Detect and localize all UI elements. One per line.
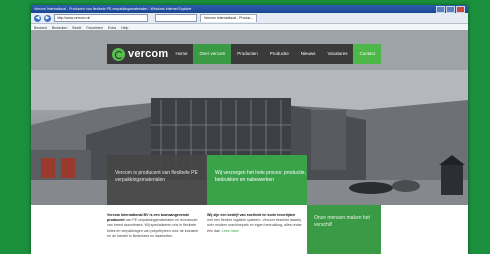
nav-home[interactable]: Home (169, 44, 193, 64)
people-cta-box[interactable]: Onze mensen maken het verschil! (307, 205, 381, 254)
nav-vacatures[interactable]: Vacatures (322, 44, 354, 64)
browser-tab[interactable]: Vercom International - Produc... (200, 14, 258, 22)
nav-nieuws[interactable]: Nieuws (295, 44, 322, 64)
speed-column: Wij zijn een bedrijf van snelheid en kor… (207, 213, 302, 234)
nav-over-vercom[interactable]: Over vercom (193, 44, 232, 64)
menu-tools[interactable]: Extra (108, 26, 116, 30)
menu-help[interactable]: Help (121, 26, 128, 30)
vercom-logo[interactable]: vercom (107, 47, 169, 61)
logo-icon (112, 47, 125, 61)
minimize-button[interactable] (436, 5, 445, 13)
logo-text: vercom (128, 48, 169, 60)
search-input[interactable] (155, 14, 197, 22)
maximize-button[interactable] (446, 5, 455, 13)
address-bar-row: ◀ ▶ http://www.vercom.nl/ Vercom Interna… (31, 13, 468, 24)
hero-image: vercom Home Over vercom Producten Produc… (31, 30, 468, 205)
window-titlebar: Vercom International - Producent van fle… (31, 5, 468, 13)
intro-column: Vercom International BV is een toonaange… (107, 213, 202, 239)
menu-favorites[interactable]: Favorieten (86, 26, 103, 30)
menu-view[interactable]: Beeld (72, 26, 81, 30)
menu-edit[interactable]: Bewerken (52, 26, 68, 30)
hero-process-text: Wij verzorgen het hele proces: productie… (215, 170, 306, 183)
read-more-link[interactable]: Lees meer (222, 229, 239, 233)
hero-intro-text: Vercom is producent van flexibele PE ver… (115, 170, 198, 183)
browser-window: Vercom International - Producent van fle… (31, 5, 468, 254)
address-input[interactable]: http://www.vercom.nl/ (54, 14, 148, 22)
main-nav: Home Over vercom Producten Productie Nie… (169, 44, 381, 64)
nav-producten[interactable]: Producten (231, 44, 264, 64)
back-button[interactable]: ◀ (34, 14, 41, 22)
close-button[interactable] (456, 5, 465, 13)
menu-file[interactable]: Bestand (34, 26, 47, 30)
window-title: Vercom International - Producent van fle… (34, 7, 192, 11)
speed-heading: Wij zijn een bedrijf van snelheid en kor… (207, 213, 296, 217)
site-header: vercom Home Over vercom Producten Produc… (107, 44, 381, 64)
people-cta-text: Onze mensen maken het verschil! (314, 215, 370, 228)
content-section: Vercom International BV is een toonaange… (107, 205, 381, 254)
nav-contact[interactable]: Contact (353, 44, 381, 64)
nav-productie[interactable]: Productie (264, 44, 295, 64)
website-viewport: vercom Home Over vercom Producten Produc… (31, 30, 468, 254)
forward-button[interactable]: ▶ (44, 14, 51, 22)
hero-intro-box: Vercom is producent van flexibele PE ver… (107, 155, 207, 205)
window-controls (436, 5, 465, 13)
hero-process-box[interactable]: Wij verzorgen het hele proces: productie… (207, 155, 307, 205)
